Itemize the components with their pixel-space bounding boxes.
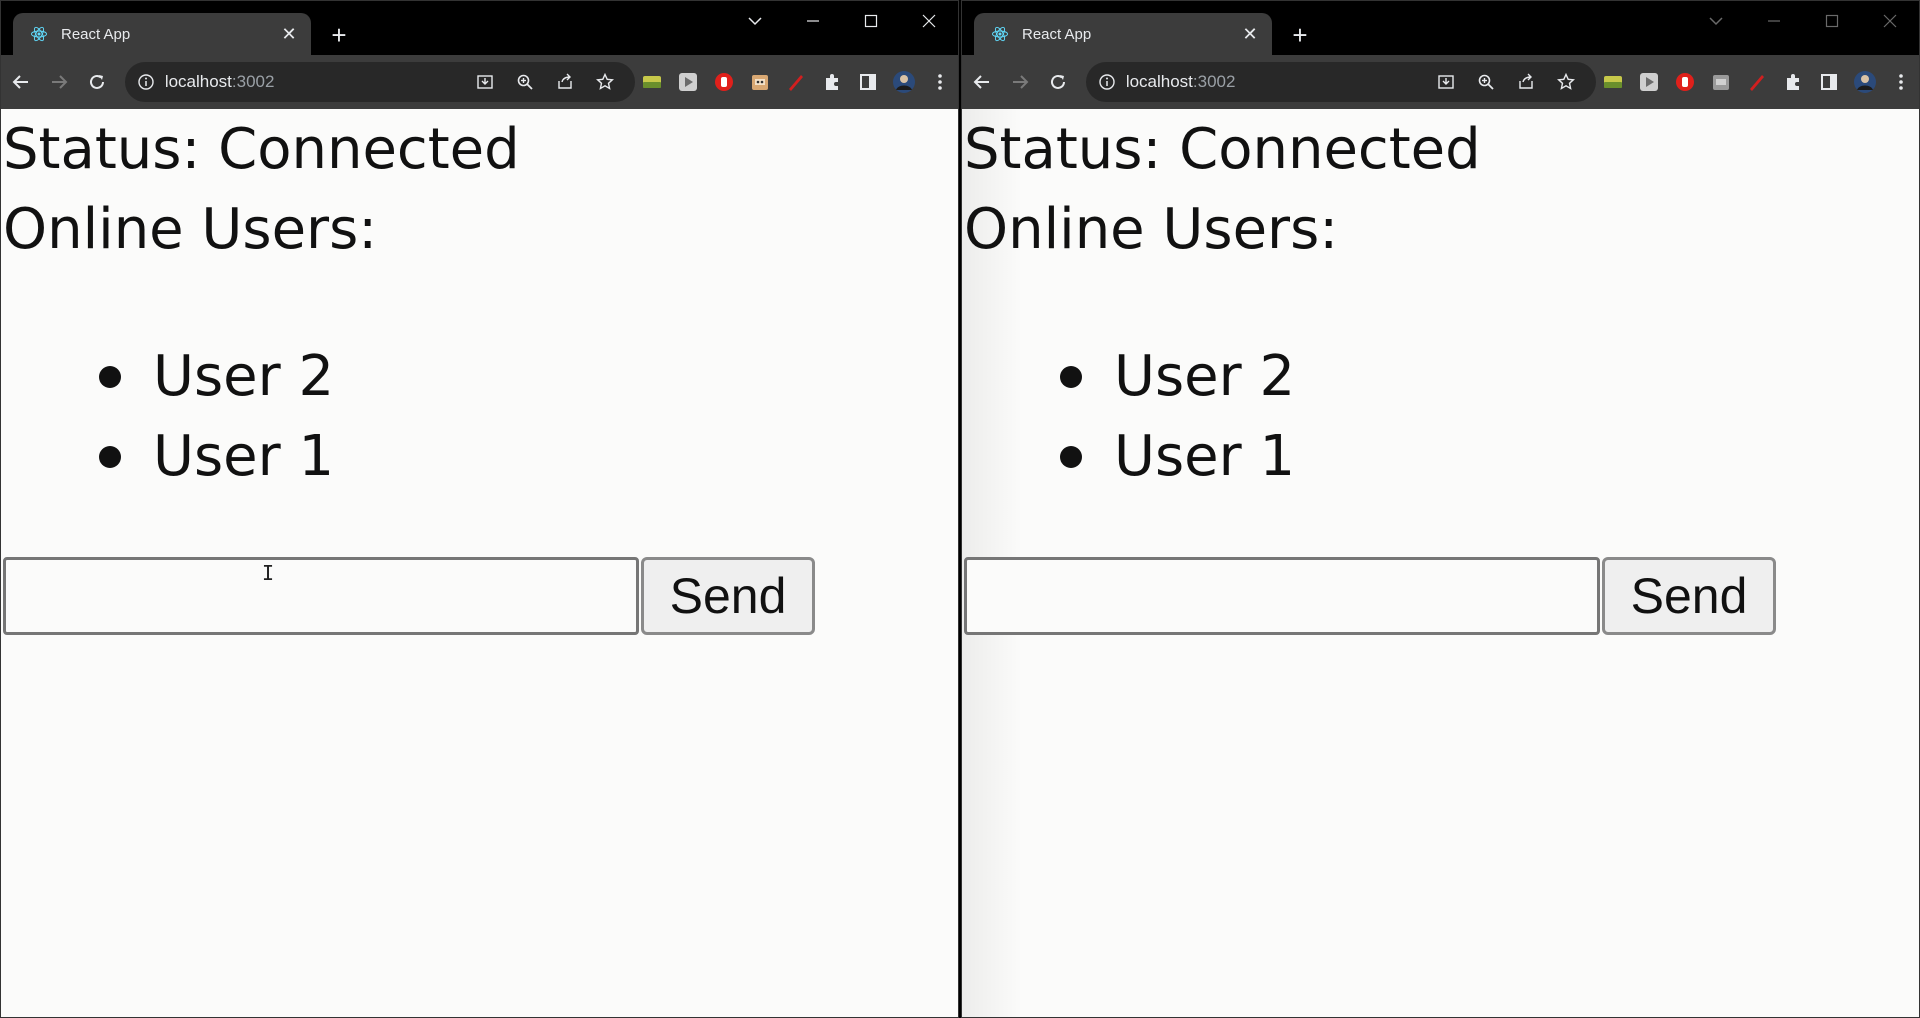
window-close-icon[interactable] [1861,1,1919,41]
reload-icon[interactable] [79,62,115,102]
forward-arrow-icon[interactable] [41,62,77,102]
extension-play-icon[interactable] [670,62,706,102]
send-button[interactable]: Send [1602,557,1776,635]
avatar[interactable] [886,62,922,102]
online-users-heading: Online Users: [964,197,1339,262]
side-panel-icon[interactable] [1811,62,1847,102]
user-name: User 2 [1114,344,1296,409]
kebab-menu-icon[interactable] [922,62,958,102]
page-content: Status: Connected Online Users: User 2 U… [962,109,1919,1017]
react-icon [29,24,49,44]
close-icon[interactable]: ✕ [1238,22,1262,46]
plus-icon[interactable]: + [1284,19,1316,51]
puzzle-icon[interactable] [814,62,850,102]
online-users-heading: Online Users: [3,197,378,262]
star-icon[interactable] [1546,62,1586,102]
forward-arrow-icon[interactable] [1002,62,1038,102]
desktop: React App ✕ + localhost:3002 Status: Con… [0,0,1920,1018]
tab-search-icon[interactable] [1687,1,1745,41]
maximize-icon[interactable] [1803,1,1861,41]
browser-toolbar: localhost:3002 [1,55,958,109]
status-text: Status: Connected [964,117,1481,182]
url-text: localhost:3002 [1125,72,1236,91]
send-button[interactable]: Send [641,557,815,635]
title-bar: React App ✕ + [962,1,1919,55]
back-arrow-icon[interactable] [3,62,39,102]
extension-yellow-icon[interactable] [1596,62,1632,102]
extension-hand-icon[interactable] [1667,62,1703,102]
url-text: localhost:3002 [164,72,275,91]
page-content: Status: Connected Online Users: User 2 U… [1,109,958,1017]
online-users-list: User 2 User 1 [99,337,334,497]
list-item: User 2 [99,337,334,417]
user-name: User 1 [1114,424,1296,489]
bullet-icon [1060,366,1082,388]
extension-hand-icon[interactable] [706,62,742,102]
install-icon[interactable] [1426,62,1466,102]
list-item: User 2 [1060,337,1295,417]
minimize-icon[interactable] [784,1,842,41]
extension-pen-icon[interactable] [1739,62,1775,102]
window-controls [726,1,958,41]
zoom-icon[interactable] [1466,62,1506,102]
avatar[interactable] [1847,62,1883,102]
browser-window-right: React App ✕ + localhost:3002 Status: Con… [961,0,1920,1018]
share-icon[interactable] [545,62,585,102]
maximize-icon[interactable] [842,1,900,41]
bullet-icon [99,366,121,388]
close-icon[interactable]: ✕ [277,22,301,46]
tab-title: React App [1022,25,1092,43]
side-panel-icon[interactable] [850,62,886,102]
install-icon[interactable] [465,62,505,102]
bullet-icon [99,446,121,468]
address-bar[interactable]: localhost:3002 [1085,62,1596,102]
star-icon[interactable] [585,62,625,102]
react-icon [990,24,1010,44]
user-name: User 2 [153,344,335,409]
message-input[interactable] [964,557,1600,635]
extension-play-icon[interactable] [1631,62,1667,102]
reload-icon[interactable] [1040,62,1076,102]
plus-icon[interactable]: + [323,19,355,51]
puzzle-icon[interactable] [1775,62,1811,102]
browser-toolbar: localhost:3002 [962,55,1919,109]
title-bar: React App ✕ + [1,1,958,55]
info-icon[interactable] [1096,71,1118,93]
list-item: User 1 [99,417,334,497]
tab-react-app[interactable]: React App ✕ [13,13,311,55]
address-bar[interactable]: localhost:3002 [124,62,635,102]
message-input[interactable] [3,557,639,635]
user-name: User 1 [153,424,335,489]
text-cursor-icon: I [262,561,275,585]
tab-react-app[interactable]: React App ✕ [974,13,1272,55]
extension-pen-icon[interactable] [778,62,814,102]
tab-search-icon[interactable] [726,1,784,41]
status-text: Status: Connected [3,117,520,182]
bullet-icon [1060,446,1082,468]
extension-box-icon[interactable] [742,62,778,102]
window-controls [1687,1,1919,41]
extension-yellow-icon[interactable] [635,62,671,102]
window-close-icon[interactable] [900,1,958,41]
kebab-menu-icon[interactable] [1883,62,1919,102]
back-arrow-icon[interactable] [964,62,1000,102]
online-users-list: User 2 User 1 [1060,337,1295,497]
share-icon[interactable] [1506,62,1546,102]
tab-title: React App [61,25,131,43]
info-icon[interactable] [135,71,157,93]
browser-window-left: React App ✕ + localhost:3002 Status: Con… [0,0,959,1018]
list-item: User 1 [1060,417,1295,497]
zoom-icon[interactable] [505,62,545,102]
extension-box-icon[interactable] [1703,62,1739,102]
minimize-icon[interactable] [1745,1,1803,41]
